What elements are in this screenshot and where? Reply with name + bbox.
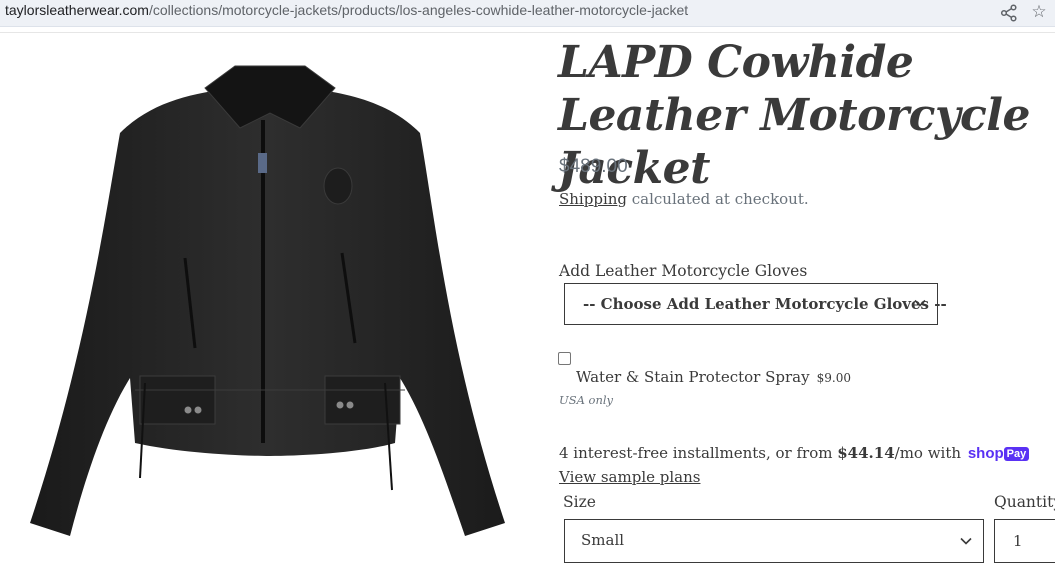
spray-note: USA only: [559, 393, 614, 407]
installments-prefix: 4 interest-free installments, or from: [559, 444, 838, 462]
product-image[interactable]: [30, 58, 505, 546]
quantity-input[interactable]: 1: [994, 519, 1055, 563]
spray-price: $9.00: [816, 371, 852, 385]
product-price: $489.00: [559, 156, 628, 177]
url-path: /collections/motorcycle-jackets/products…: [148, 2, 689, 18]
url-domain: taylorsleatherwear.com: [5, 2, 149, 18]
share-icon[interactable]: [1000, 4, 1018, 22]
url-text[interactable]: taylorsleatherwear.com/collections/motor…: [5, 2, 688, 18]
shipping-text: calculated at checkout.: [627, 190, 809, 208]
bookmark-star-icon[interactable]: ☆: [1029, 2, 1049, 22]
product-title: LAPD Cowhide Leather Motorcycle Jacket: [558, 37, 1031, 194]
shipping-link[interactable]: Shipping: [559, 190, 627, 208]
installment-amount: $44.14: [837, 444, 895, 462]
quantity-label: Quantity: [994, 493, 1055, 511]
view-sample-plans-link[interactable]: View sample plans: [559, 468, 700, 486]
installments-suffix: /mo with: [894, 444, 966, 462]
size-select[interactable]: Small: [564, 519, 984, 563]
spray-option: Water & Stain Protector Spray $9.00: [576, 367, 851, 386]
spray-label: Water & Stain Protector Spray: [576, 368, 810, 386]
shop-pay-badge: Pay: [1003, 447, 1030, 461]
size-label: Size: [563, 493, 596, 511]
gloves-select-value: -- Choose Add Leather Motorcycle Gloves …: [583, 295, 947, 313]
header-divider: [0, 32, 1055, 33]
quantity-value: 1: [1013, 532, 1023, 550]
shipping-note: Shipping calculated at checkout.: [559, 190, 809, 208]
spray-checkbox[interactable]: [558, 352, 571, 365]
size-select-value: Small: [581, 531, 625, 549]
chevron-down-icon: [960, 537, 972, 545]
shop-pay-logo: shop: [967, 445, 1004, 462]
chevron-down-icon: [914, 299, 926, 307]
gloves-select[interactable]: -- Choose Add Leather Motorcycle Gloves …: [564, 283, 947, 325]
installments-text: 4 interest-free installments, or from $4…: [559, 444, 1030, 462]
gloves-label: Add Leather Motorcycle Gloves: [559, 262, 808, 280]
browser-url-bar[interactable]: taylorsleatherwear.com/collections/motor…: [0, 0, 1055, 27]
